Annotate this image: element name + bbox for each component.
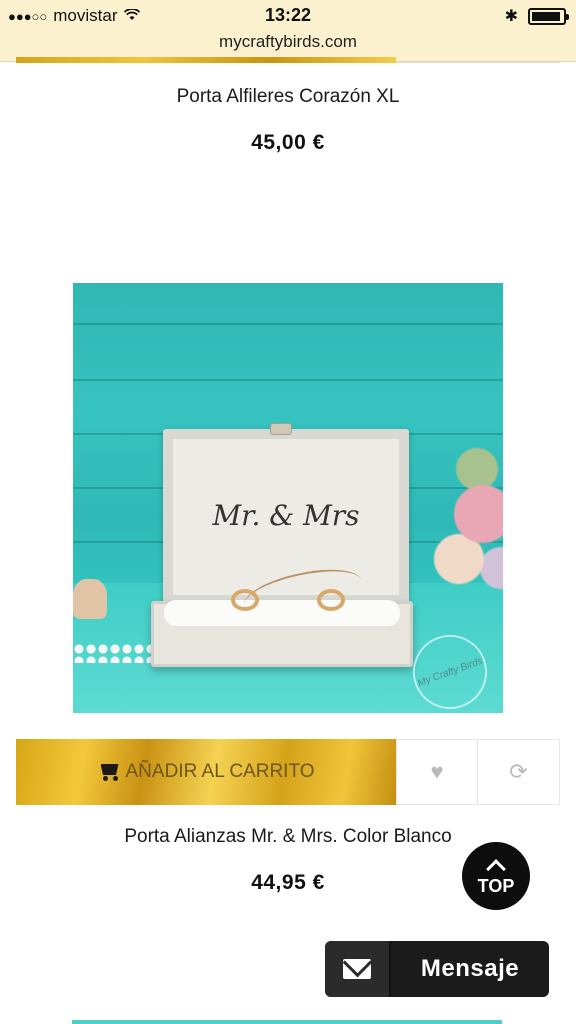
compare-button[interactable]: ⟳: [478, 739, 560, 805]
wood-plank-line: [73, 379, 503, 381]
url-field[interactable]: mycraftybirds.com: [0, 32, 576, 52]
flower-bouquet: [411, 433, 503, 613]
product-action-bar: AÑADIR AL CARRITO ♥ ⟳: [16, 739, 560, 805]
browser-status-bar: ●●●○○ movistar 13:22 ✱ mycraftybirds.com: [0, 0, 576, 62]
refresh-icon: ⟳: [509, 759, 528, 784]
seashell-decoration: [73, 579, 107, 619]
wishlist-button[interactable]: ♥: [396, 739, 478, 805]
pearls-decoration: [73, 643, 153, 663]
heart-icon: ♥: [430, 759, 444, 784]
action-divider: [396, 57, 560, 63]
product-title[interactable]: Porta Alfileres Corazón XL: [0, 86, 576, 108]
scroll-to-top-button[interactable]: TOP: [462, 842, 530, 910]
add-to-cart-label: AÑADIR AL CARRITO: [125, 761, 315, 782]
product-price: 45,00 €: [251, 131, 325, 154]
bluetooth-icon: ✱: [504, 8, 518, 25]
add-to-cart-button[interactable]: AÑADIR AL CARRITO: [16, 739, 396, 805]
message-button[interactable]: Mensaje: [325, 941, 549, 997]
product-image[interactable]: Mr. & Mrs My Crafty Birds: [73, 283, 503, 713]
wedding-ring: [231, 589, 259, 611]
lid-lettering: Mr. & Mrs: [212, 499, 360, 532]
box-clasp: [270, 423, 292, 435]
status-icons: ✱: [504, 6, 569, 26]
clock: 13:22: [264, 5, 312, 25]
envelope-icon-box: [325, 941, 391, 997]
next-product-image-edge: [72, 1020, 502, 1024]
wedding-ring: [317, 589, 345, 611]
wood-plank-line: [73, 323, 503, 325]
envelope-icon: [343, 959, 371, 979]
battery-icon: [528, 7, 569, 25]
add-to-cart-button-previous[interactable]: [16, 57, 396, 63]
cart-icon: [98, 764, 120, 781]
message-label: Mensaje: [420, 955, 520, 982]
